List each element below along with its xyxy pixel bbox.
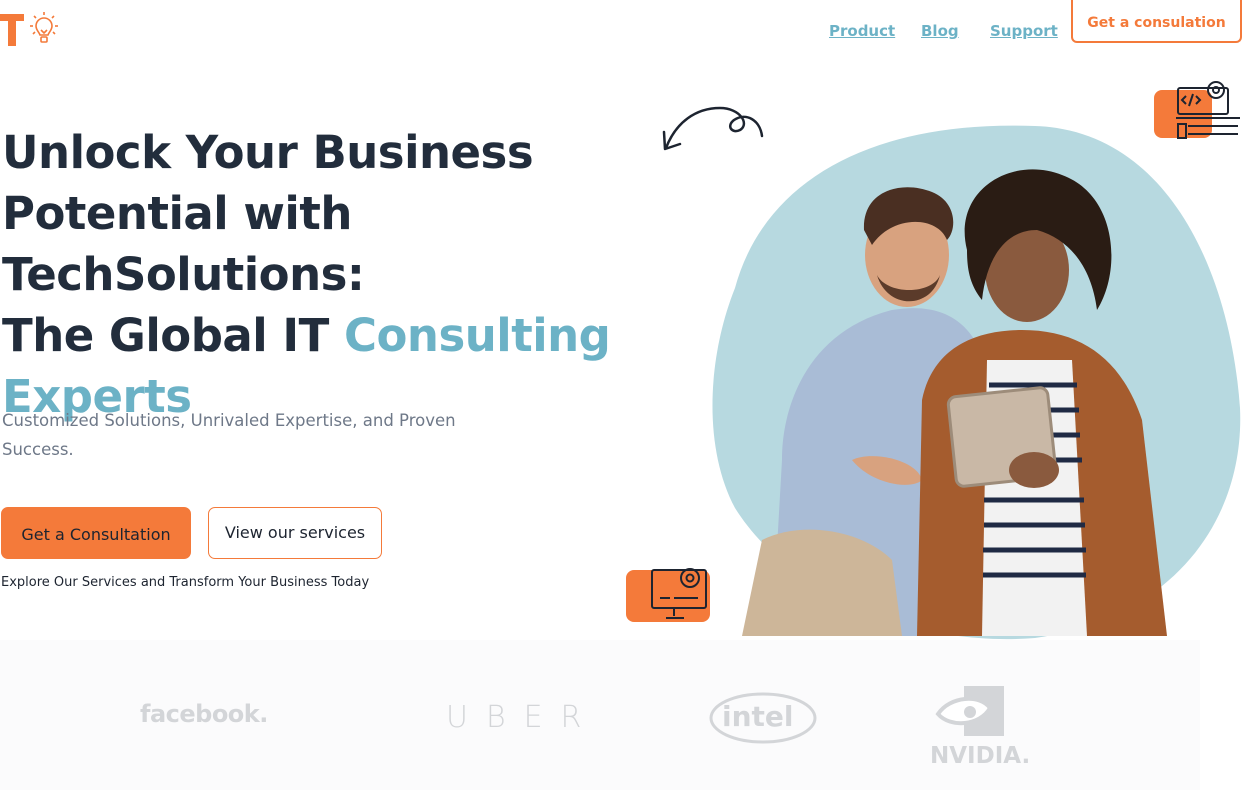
view-services-button[interactable]: View our services: [208, 507, 382, 559]
hero-title-accent-consulting: Consulting: [343, 309, 611, 362]
header-consultation-button[interactable]: Get a consulation: [1071, 0, 1242, 43]
uber-logo: UBER: [446, 700, 600, 735]
hero-title: Unlock Your Business Potential with Tech…: [2, 122, 702, 427]
hero-title-line1: Unlock Your Business: [2, 126, 534, 179]
brand-logo[interactable]: [0, 10, 64, 52]
hero-people-image: [742, 169, 1167, 636]
hero-tagline: Explore Our Services and Transform Your …: [1, 575, 370, 590]
intel-logo: intel: [709, 692, 817, 744]
nav-support-link[interactable]: Support: [990, 22, 1058, 40]
hero-title-line3: The Global IT: [2, 309, 344, 362]
nvidia-logo: NVIDIA.: [930, 686, 1030, 768]
nav-blog-link[interactable]: Blog: [921, 22, 959, 40]
lightbulb-icon: [30, 12, 58, 43]
svg-text:NVIDIA.: NVIDIA.: [930, 743, 1030, 768]
svg-text:intel: intel: [722, 700, 794, 733]
hero-subtitle: Customized Solutions, Unrivaled Expertis…: [2, 411, 456, 459]
monitor-gear-icon: [626, 568, 710, 622]
hero-title-line2: Potential with TechSolutions:: [2, 187, 365, 301]
code-gear-icon: [1154, 81, 1240, 139]
nav-product-link[interactable]: Product: [829, 22, 895, 40]
facebook-logo: facebook.: [140, 700, 268, 728]
get-consultation-button[interactable]: Get a Consultation: [1, 507, 191, 559]
woman-figure: [917, 169, 1167, 636]
